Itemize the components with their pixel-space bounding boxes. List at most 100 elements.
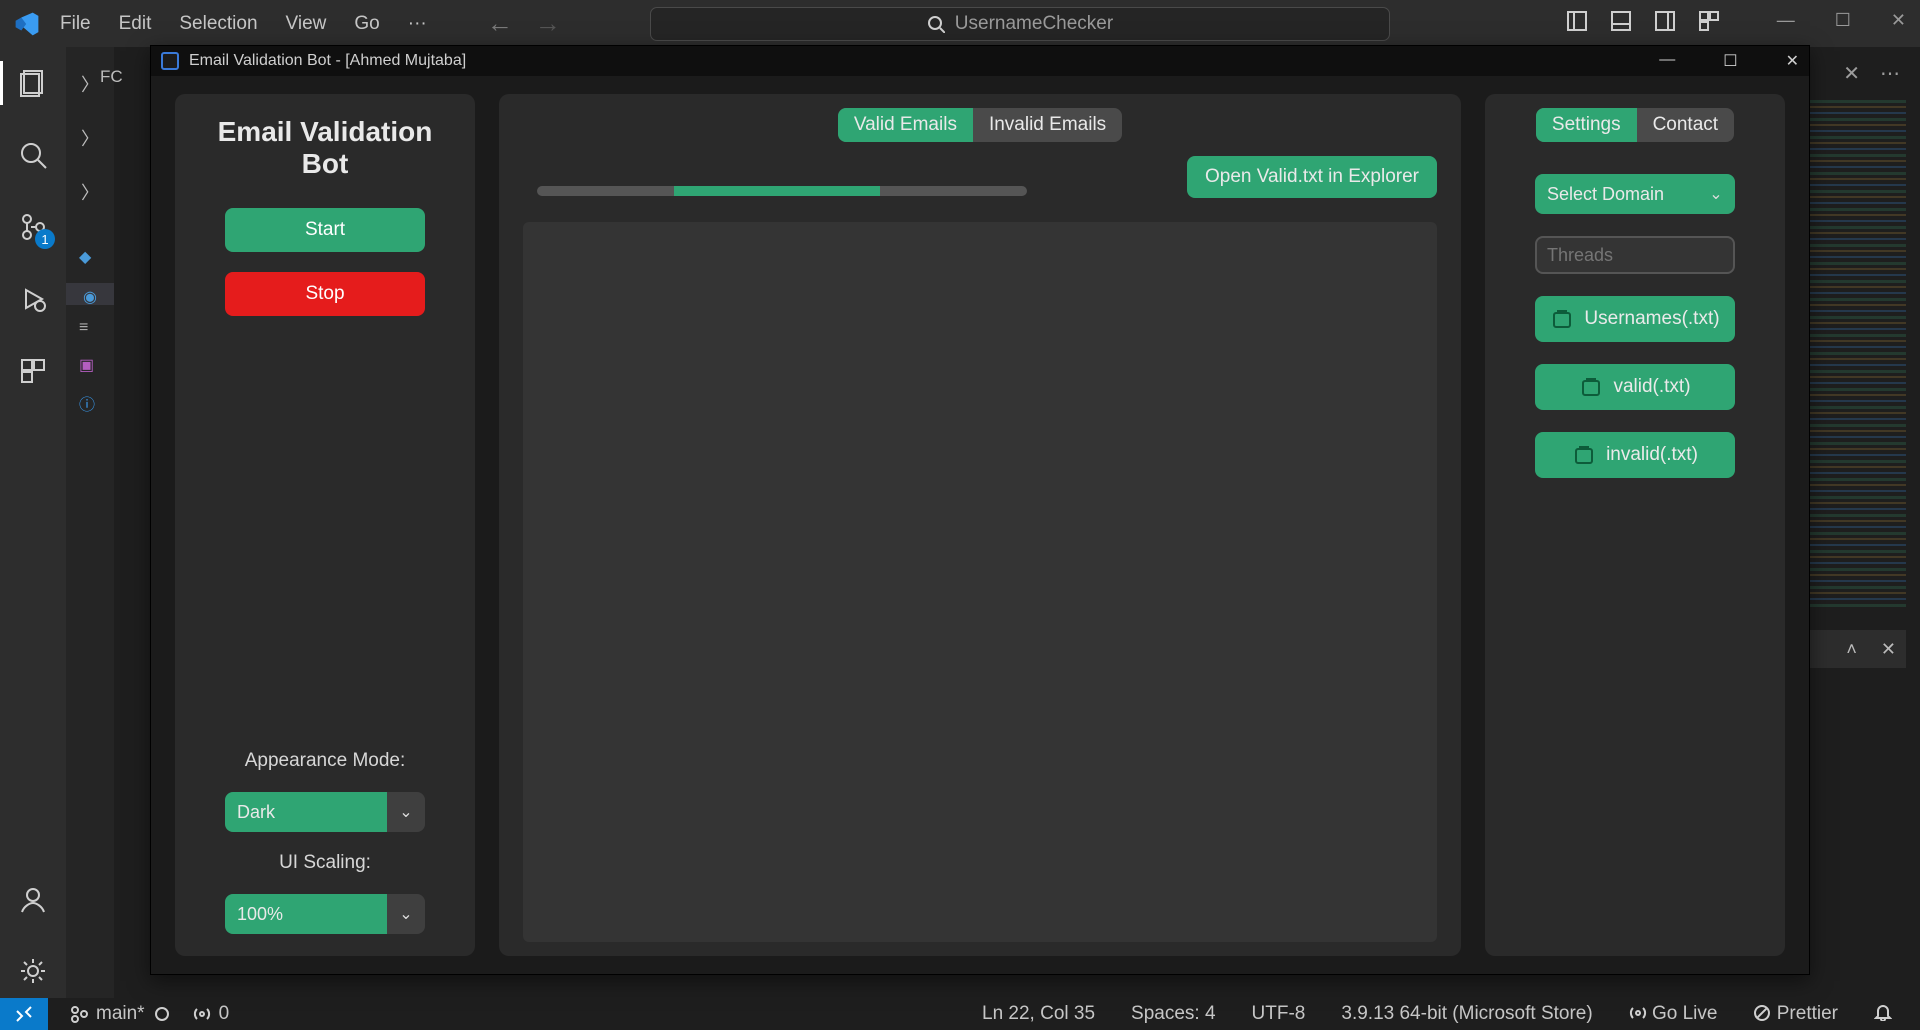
app-icon (161, 52, 179, 70)
status-branch-label: main* (96, 1003, 145, 1025)
file-image-icon[interactable]: ▣ (79, 355, 101, 377)
file-info-icon[interactable]: ⓘ (79, 391, 101, 413)
activity-source-control-icon[interactable]: 1 (15, 209, 51, 245)
appearance-mode-select[interactable]: Dark ⌄ (225, 792, 425, 832)
usernames-file-button[interactable]: Usernames(.txt) (1535, 296, 1735, 342)
progress-bar (537, 186, 1027, 196)
chevron-down-icon: ⌄ (387, 894, 425, 934)
status-prettier[interactable]: Prettier (1753, 1003, 1838, 1025)
status-spaces[interactable]: Spaces: 4 (1131, 1003, 1216, 1025)
status-encoding[interactable]: UTF-8 (1252, 1003, 1306, 1025)
activity-settings-gear-icon[interactable] (15, 953, 51, 989)
start-button[interactable]: Start (225, 208, 425, 252)
vscode-status-bar: main* 0 Ln 22, Col 35 Spaces: 4 UTF-8 3.… (0, 998, 1920, 1030)
menu-view[interactable]: View (286, 13, 327, 35)
tab-invalid-emails[interactable]: Invalid Emails (973, 108, 1122, 142)
ui-scaling-label: UI Scaling: (279, 852, 371, 874)
chevron-right-icon[interactable]: 〉 (81, 71, 99, 97)
window-maximize-icon[interactable]: ☐ (1835, 10, 1851, 31)
search-icon (927, 15, 945, 33)
activity-run-debug-icon[interactable] (15, 281, 51, 317)
app-window-title: Email Validation Bot - [Ahmed Mujtaba] (189, 52, 466, 70)
vscode-layout-buttons (1566, 10, 1720, 32)
app-close-icon[interactable]: ✕ (1786, 51, 1799, 71)
status-prettier-label: Prettier (1777, 1003, 1838, 1024)
vscode-minimap[interactable] (1806, 100, 1906, 610)
find-close-icon[interactable]: ✕ (1881, 639, 1896, 660)
menu-go[interactable]: Go (354, 13, 379, 35)
vscode-explorer-strip: FC 〉 〉 〉 ◆ ◉ ≡ ▣ ⓘ (66, 47, 114, 1007)
file-python-icon[interactable]: ◉ (66, 283, 114, 305)
chevron-down-icon: ⌄ (387, 792, 425, 832)
tab-valid-emails[interactable]: Valid Emails (838, 108, 973, 142)
file-diamond-icon[interactable]: ◆ (79, 247, 101, 269)
window-minimize-icon[interactable]: — (1777, 10, 1795, 31)
layout-sidebar-right-icon[interactable] (1654, 10, 1676, 32)
status-golive[interactable]: Go Live (1629, 1003, 1718, 1025)
open-valid-explorer-button[interactable]: Open Valid.txt in Explorer (1187, 156, 1437, 198)
menu-edit[interactable]: Edit (119, 13, 152, 35)
tab-contact[interactable]: Contact (1637, 108, 1734, 142)
chevron-right-icon[interactable]: 〉 (81, 125, 99, 151)
broadcast-icon (193, 1005, 211, 1023)
status-notifications-icon[interactable] (1874, 1003, 1892, 1025)
sync-icon[interactable] (153, 1005, 171, 1023)
status-ports-label: 0 (219, 1003, 230, 1025)
appearance-mode-value: Dark (225, 792, 387, 832)
prohibit-icon (1753, 1004, 1771, 1022)
ui-scaling-select[interactable]: 100% ⌄ (225, 894, 425, 934)
status-python[interactable]: 3.9.13 64-bit (Microsoft Store) (1341, 1003, 1592, 1025)
menu-more[interactable]: ··· (408, 13, 427, 35)
invalid-file-button[interactable]: invalid(.txt) (1535, 432, 1735, 478)
activity-explorer-icon[interactable] (15, 65, 51, 101)
chevron-down-icon: ⌄ (1697, 174, 1735, 214)
broadcast-icon (1629, 1004, 1647, 1022)
tab-close-icon[interactable]: ✕ (1843, 61, 1860, 86)
nav-back-icon[interactable]: ← (487, 8, 513, 39)
chevron-right-icon[interactable]: 〉 (81, 179, 99, 205)
status-branch[interactable]: main* (70, 1003, 171, 1025)
tab-more-icon[interactable]: ⋯ (1880, 61, 1900, 86)
domain-select-value: Select Domain (1535, 174, 1697, 214)
domain-select[interactable]: Select Domain ⌄ (1535, 174, 1735, 214)
find-prev-icon[interactable]: ˄ (1846, 639, 1857, 660)
status-remote-icon[interactable] (0, 998, 48, 1030)
scm-badge: 1 (35, 229, 55, 249)
nav-forward-icon[interactable]: → (535, 8, 561, 39)
activity-account-icon[interactable] (15, 881, 51, 917)
right-tabs: Settings Contact (1536, 108, 1734, 142)
left-panel: Email Validation Bot Start Stop Appearan… (175, 94, 475, 956)
app-minimize-icon[interactable]: — (1659, 51, 1675, 71)
valid-file-button[interactable]: valid(.txt) (1535, 364, 1735, 410)
appearance-mode-label: Appearance Mode: (245, 750, 406, 772)
threads-input[interactable] (1535, 236, 1735, 274)
file-lines-icon[interactable]: ≡ (79, 319, 101, 341)
activity-search-icon[interactable] (15, 137, 51, 173)
layout-panel-bottom-icon[interactable] (1610, 10, 1632, 32)
vscode-window-controls: — ☐ ✕ (1777, 10, 1906, 31)
layout-sidebar-left-icon[interactable] (1566, 10, 1588, 32)
vscode-find-controls: ˄ ✕ (1806, 630, 1906, 668)
activity-extensions-icon[interactable] (15, 353, 51, 389)
file-icon (1572, 443, 1596, 467)
vscode-command-center[interactable]: UsernameChecker (650, 7, 1390, 41)
right-panel: Settings Contact Select Domain ⌄ Usernam… (1485, 94, 1785, 956)
center-panel: Valid Emails Invalid Emails Open Valid.t… (499, 94, 1461, 956)
ui-scaling-value: 100% (225, 894, 387, 934)
window-close-icon[interactable]: ✕ (1891, 10, 1906, 31)
status-ports[interactable]: 0 (193, 1003, 230, 1025)
layout-customize-icon[interactable] (1698, 10, 1720, 32)
app-title: Email Validation Bot (193, 116, 457, 180)
stop-button[interactable]: Stop (225, 272, 425, 316)
app-maximize-icon[interactable]: ☐ (1723, 51, 1737, 71)
app-window: Email Validation Bot - [Ahmed Mujtaba] —… (150, 45, 1810, 975)
results-log[interactable] (523, 222, 1437, 942)
vscode-logo-icon (14, 11, 40, 37)
menu-selection[interactable]: Selection (179, 13, 257, 35)
email-tabs: Valid Emails Invalid Emails (838, 108, 1122, 142)
vscode-titlebar: File Edit Selection View Go ··· ← → User… (0, 0, 1920, 47)
menu-file[interactable]: File (60, 13, 91, 35)
status-cursor[interactable]: Ln 22, Col 35 (982, 1003, 1095, 1025)
tab-settings[interactable]: Settings (1536, 108, 1637, 142)
file-icon (1579, 375, 1603, 399)
